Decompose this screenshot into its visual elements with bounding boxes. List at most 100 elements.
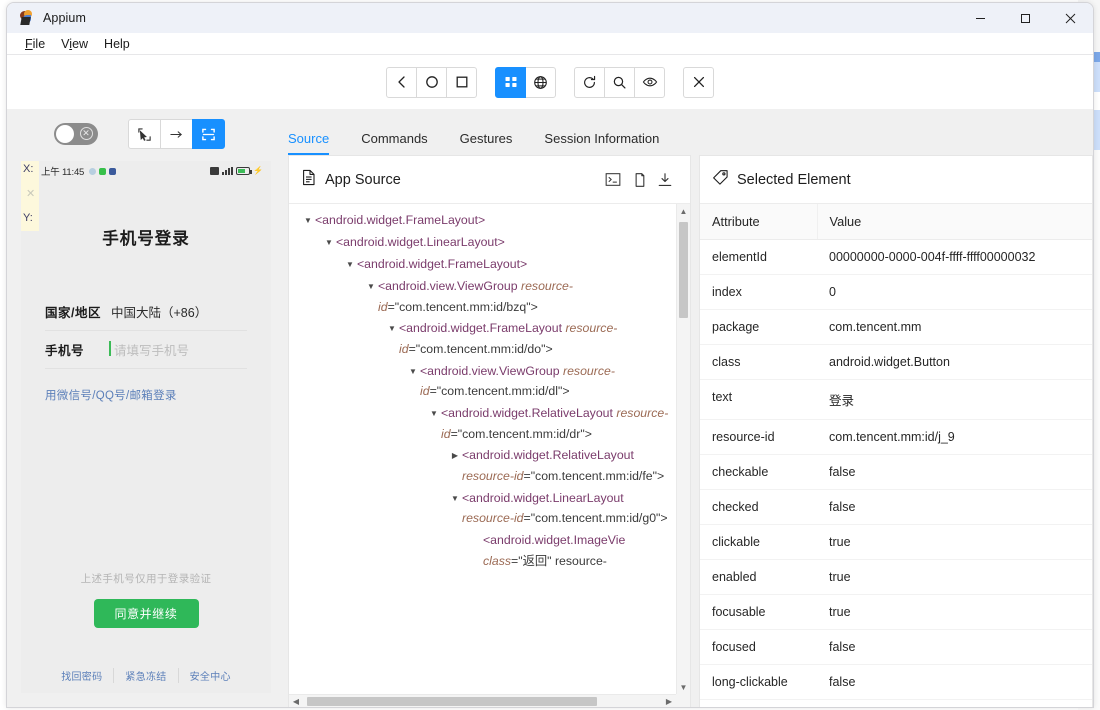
table-row[interactable]: resource-id com.tencent.mm:id/j_9 — [700, 419, 1092, 455]
refresh-source-button[interactable] — [574, 66, 605, 98]
caret-right-icon[interactable]: ▶ — [448, 445, 462, 466]
agree-and-continue-button[interactable]: 同意并继续 — [93, 599, 199, 628]
tree-node-attr-value: ="com.tencent.mm:id/bzq"> — [387, 299, 538, 314]
attribute-key: enabled — [700, 559, 817, 595]
source-tree-scroll-area[interactable]: ▼ <android.widget.FrameLayout> ▼ <androi… — [289, 204, 690, 707]
scroll-up-arrow-icon[interactable]: ▲ — [677, 204, 690, 218]
table-row[interactable]: checkable false — [700, 454, 1092, 490]
app-grid-button[interactable] — [495, 66, 526, 98]
tree-node[interactable]: ▼ <android.widget.FrameLayout resource-i… — [295, 318, 676, 359]
table-row[interactable]: class android.widget.Button — [700, 344, 1092, 380]
caret-down-icon[interactable]: ▼ — [301, 210, 315, 231]
scroll-left-arrow-icon[interactable]: ◀ — [289, 695, 303, 707]
tree-node[interactable]: ▼ <android.widget.FrameLayout> — [295, 210, 676, 231]
table-row[interactable]: checked false — [700, 489, 1092, 525]
caret-down-icon[interactable]: ▼ — [343, 254, 357, 275]
tree-node-label: <android.widget.RelativeLayout resource-… — [441, 403, 676, 444]
table-row[interactable]: long-clickable false — [700, 664, 1092, 700]
copy-icon[interactable] — [626, 167, 652, 193]
attribute-key: focused — [700, 629, 817, 665]
status-bar-time: 上午 11:45 — [41, 167, 85, 178]
horizontal-scroll-thumb[interactable] — [307, 697, 597, 706]
device-action-toolbar — [7, 55, 1093, 109]
table-row[interactable]: text 登录 — [700, 379, 1092, 420]
scroll-right-arrow-icon[interactable]: ▶ — [662, 695, 676, 707]
caret-down-icon[interactable]: ▼ — [364, 276, 378, 297]
tree-node[interactable]: ▶ <android.widget.RelativeLayout resourc… — [295, 445, 676, 486]
menu-file-rest: ile — [32, 36, 46, 51]
table-row[interactable]: elementId 00000000-0000-004f-ffff-ffff000… — [700, 239, 1092, 275]
tree-node-attr-value: ="com.tencent.mm:id/dr"> — [450, 426, 592, 441]
search-element-button[interactable] — [604, 66, 635, 98]
menu-view[interactable]: View — [53, 35, 96, 53]
tab-commands[interactable]: Commands — [345, 131, 443, 155]
table-row[interactable]: focusable true — [700, 594, 1092, 630]
caret-down-icon[interactable]: ▼ — [322, 232, 336, 253]
swipe-mode[interactable] — [159, 119, 193, 149]
recent-apps-button[interactable] — [446, 66, 477, 98]
terminal-icon[interactable] — [600, 167, 626, 193]
tree-node-attr-value: ="com.tencent.mm:id/dl"> — [429, 384, 570, 399]
menu-help[interactable]: Help — [96, 35, 138, 53]
footer-link-emergency-freeze[interactable]: 紧急冻结 — [113, 668, 177, 683]
tree-node[interactable]: ▼ <android.widget.LinearLayout resource-… — [295, 488, 676, 529]
table-row[interactable]: enabled true — [700, 559, 1092, 595]
caret-down-icon[interactable]: ▼ — [385, 318, 399, 339]
phone-number-input[interactable]: 请填写手机号 — [108, 340, 189, 359]
scroll-down-arrow-icon[interactable]: ▼ — [677, 680, 690, 694]
vertical-scroll-thumb[interactable] — [679, 222, 688, 318]
table-row[interactable]: index 0 — [700, 274, 1092, 310]
table-row[interactable]: clickable true — [700, 524, 1092, 560]
quit-session-button[interactable] — [683, 66, 714, 98]
home-button[interactable] — [416, 66, 447, 98]
table-row[interactable]: package com.tencent.mm — [700, 309, 1092, 345]
tree-node[interactable]: <android.widget.ImageVie class="返回" reso… — [295, 530, 676, 571]
caret-down-icon[interactable]: ▼ — [406, 361, 420, 382]
tree-node[interactable]: ▼ <android.widget.FrameLayout> — [295, 254, 676, 275]
tree-node[interactable]: ▼ <android.view.ViewGroup resource-id="c… — [295, 276, 676, 317]
tree-node[interactable]: ▼ <android.view.ViewGroup resource-id="c… — [295, 361, 676, 402]
globe-button[interactable] — [525, 66, 556, 98]
device-status-bar: 上午 11:45 ⚡ — [21, 161, 271, 181]
source-vertical-scrollbar[interactable]: ▲ ▼ — [676, 204, 690, 694]
attribute-key: resource-id — [700, 419, 817, 455]
tree-node-tag: <android.widget.LinearLayout — [462, 490, 624, 505]
attribute-table-scroll-area[interactable]: Attribute Value elementId 00000000-0000-0… — [700, 204, 1092, 707]
tab-source[interactable]: Source — [288, 131, 345, 155]
footer-link-security-center[interactable]: 安全中心 — [177, 668, 242, 683]
caret-down-icon[interactable]: ▼ — [448, 488, 462, 509]
footer-link-recover-password[interactable]: 找回密码 — [50, 668, 113, 683]
attribute-key: long-clickable — [700, 664, 817, 700]
table-row[interactable]: focused false — [700, 629, 1092, 665]
menu-file[interactable]: File — [17, 35, 53, 53]
eye-button[interactable] — [634, 66, 665, 98]
session-action-group — [683, 66, 714, 98]
attribute-key: clickable — [700, 524, 817, 560]
attribute-value: false — [817, 489, 1092, 525]
close-button[interactable] — [1048, 3, 1093, 33]
window-title: Appium — [43, 11, 86, 25]
tree-node-tag: <android.widget.FrameLayout> — [315, 213, 486, 227]
charging-bolt-icon: ⚡ — [253, 166, 263, 175]
window-controls — [958, 3, 1093, 33]
app-source-title: App Source — [325, 171, 401, 188]
maximize-button[interactable] — [1003, 3, 1048, 33]
tree-node[interactable]: ▼ <android.widget.RelativeLayout resourc… — [295, 403, 676, 444]
download-icon[interactable] — [652, 167, 678, 193]
back-button[interactable] — [386, 66, 417, 98]
phone-number-label: 手机号 — [45, 344, 85, 358]
source-horizontal-scrollbar[interactable]: ◀ ▶ — [289, 694, 676, 707]
caret-down-icon[interactable]: ▼ — [427, 403, 441, 424]
tab-session-information[interactable]: Session Information — [528, 131, 675, 155]
alt-login-link[interactable]: 用微信号/QQ号/邮箱登录 — [21, 387, 271, 403]
recording-toggle[interactable]: ✕ — [53, 123, 98, 145]
tree-node[interactable]: ▼ <android.widget.LinearLayout> — [295, 232, 676, 253]
app-dot-icon — [89, 167, 97, 175]
select-element-mode[interactable] — [127, 119, 161, 149]
tap-crop-mode[interactable] — [191, 119, 225, 149]
device-screen-mirror[interactable]: X: ✕ Y: 上午 11:45 ⚡ 手机号登录 国家/地区 中国大陆（+86）… — [21, 161, 271, 693]
phone-number-row[interactable]: 手机号 请填写手机号 — [45, 331, 247, 369]
minimize-button[interactable] — [958, 3, 1003, 33]
tab-gestures[interactable]: Gestures — [444, 131, 529, 155]
country-region-row[interactable]: 国家/地区 中国大陆（+86） — [45, 293, 247, 331]
